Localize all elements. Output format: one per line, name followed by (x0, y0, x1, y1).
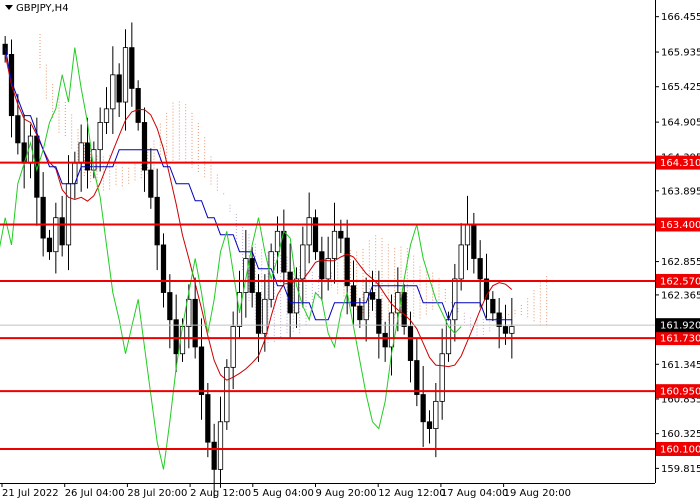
candle-body (148, 169, 154, 198)
candle-body (59, 217, 65, 246)
candle-body (433, 400, 439, 429)
level-labels: 164.310 163.400 162.570 161.730 160.950 160.1… (656, 155, 700, 456)
level-label-text: 160.950 (660, 387, 700, 398)
candle-body (287, 271, 293, 314)
candle-body (135, 88, 141, 123)
candle-body (420, 394, 426, 423)
candle-body (129, 47, 135, 89)
candle-body (116, 74, 122, 103)
candle-body (205, 394, 211, 443)
x-tick-label: 9 Aug 20:00 (316, 488, 377, 499)
candle-body (376, 298, 382, 334)
candle-body (357, 305, 363, 321)
candle-body (84, 142, 91, 171)
level-label-text: 160.100 (660, 444, 700, 455)
candle-body (414, 360, 420, 395)
price-chart[interactable]: 166.455165.935165.425164.905164.395163.8… (0, 0, 700, 500)
candle-body (369, 292, 376, 300)
candle-body (40, 196, 46, 239)
candle-body (388, 312, 395, 348)
candle-body (198, 346, 205, 395)
candle-body (401, 292, 407, 327)
y-tick-label: 159.815 (661, 464, 700, 475)
candle-body (300, 244, 306, 280)
y-tick-label: 161.345 (661, 360, 700, 371)
level-label-text: 164.310 (660, 158, 700, 169)
candle-body (249, 258, 255, 293)
candle-body (154, 196, 160, 246)
symbol-title: GBPJPY,H4 (16, 3, 69, 14)
candle-body (65, 183, 72, 246)
candle-body (255, 292, 262, 334)
x-axis: 21 Jul 2022 26 Jul 04:00 28 Jul 20:00 2 Aug… (1, 483, 571, 499)
plot-background (0, 0, 655, 483)
candle-body (338, 230, 344, 239)
candle-body (490, 298, 496, 314)
candle-body (325, 258, 331, 280)
x-tick-label: 26 Jul 04:00 (65, 488, 125, 499)
x-tick-label: 21 Jul 2022 (2, 488, 59, 499)
candle-body (344, 237, 350, 287)
y-tick-label: 165.935 (661, 48, 700, 59)
candle-body (502, 326, 509, 334)
candle-body (110, 74, 116, 110)
candle-body (122, 47, 129, 103)
x-tick-label: 2 Aug 12:00 (190, 488, 251, 499)
candle-body (464, 224, 471, 246)
candle-body (426, 421, 433, 429)
y-tick-label: 162.855 (661, 257, 700, 268)
x-tick-label: 17 Aug 04:00 (441, 488, 508, 499)
x-tick-label: 12 Aug 12:00 (378, 488, 445, 499)
candle-body (217, 421, 224, 470)
candle-body (477, 258, 483, 280)
x-tick-label: 19 Aug 20:00 (504, 488, 571, 499)
y-tick-label: 160.325 (661, 429, 700, 440)
candle-body (224, 366, 230, 423)
candle-body (458, 244, 464, 280)
candle-body (211, 441, 217, 470)
y-tick-label: 162.365 (661, 290, 700, 301)
candle-body (53, 217, 59, 253)
level-label-text: 163.400 (660, 220, 700, 231)
candle-body (407, 326, 414, 361)
candle-body (306, 217, 312, 246)
candle-body (160, 244, 167, 293)
candle-body (230, 326, 236, 368)
x-tick-label: 5 Aug 04:00 (253, 488, 314, 499)
current-price-text: 161.920 (660, 321, 700, 332)
candle-body (192, 298, 198, 348)
candle-body (262, 298, 268, 334)
candle-body (471, 224, 477, 259)
candle-body (15, 115, 21, 144)
candle-body (179, 326, 186, 355)
candle-body (382, 332, 388, 348)
y-tick-label: 163.895 (661, 186, 700, 197)
level-label-text: 162.570 (660, 276, 700, 287)
candle-body (439, 353, 445, 402)
candle-body (274, 230, 281, 253)
candle-body (331, 230, 338, 259)
x-tick-label: 28 Jul 20:00 (127, 488, 187, 499)
y-tick-label: 165.425 (661, 82, 700, 93)
candle-body (312, 217, 319, 253)
candle-body (167, 292, 173, 321)
y-tick-label: 164.905 (661, 118, 700, 129)
y-tick-label: 166.455 (661, 12, 700, 23)
candle-body (78, 142, 84, 164)
candle-body (46, 237, 53, 253)
candle-body (21, 142, 27, 164)
level-label-text: 161.730 (660, 334, 700, 345)
candle-body (509, 326, 515, 334)
candle-body (319, 251, 325, 280)
candle-body (452, 278, 458, 321)
candle-body (236, 292, 243, 327)
candle-body (363, 292, 369, 321)
y-axis: 166.455165.935165.425164.905164.395163.8… (655, 12, 700, 475)
candle-body (103, 108, 110, 123)
candle-body (97, 122, 103, 151)
